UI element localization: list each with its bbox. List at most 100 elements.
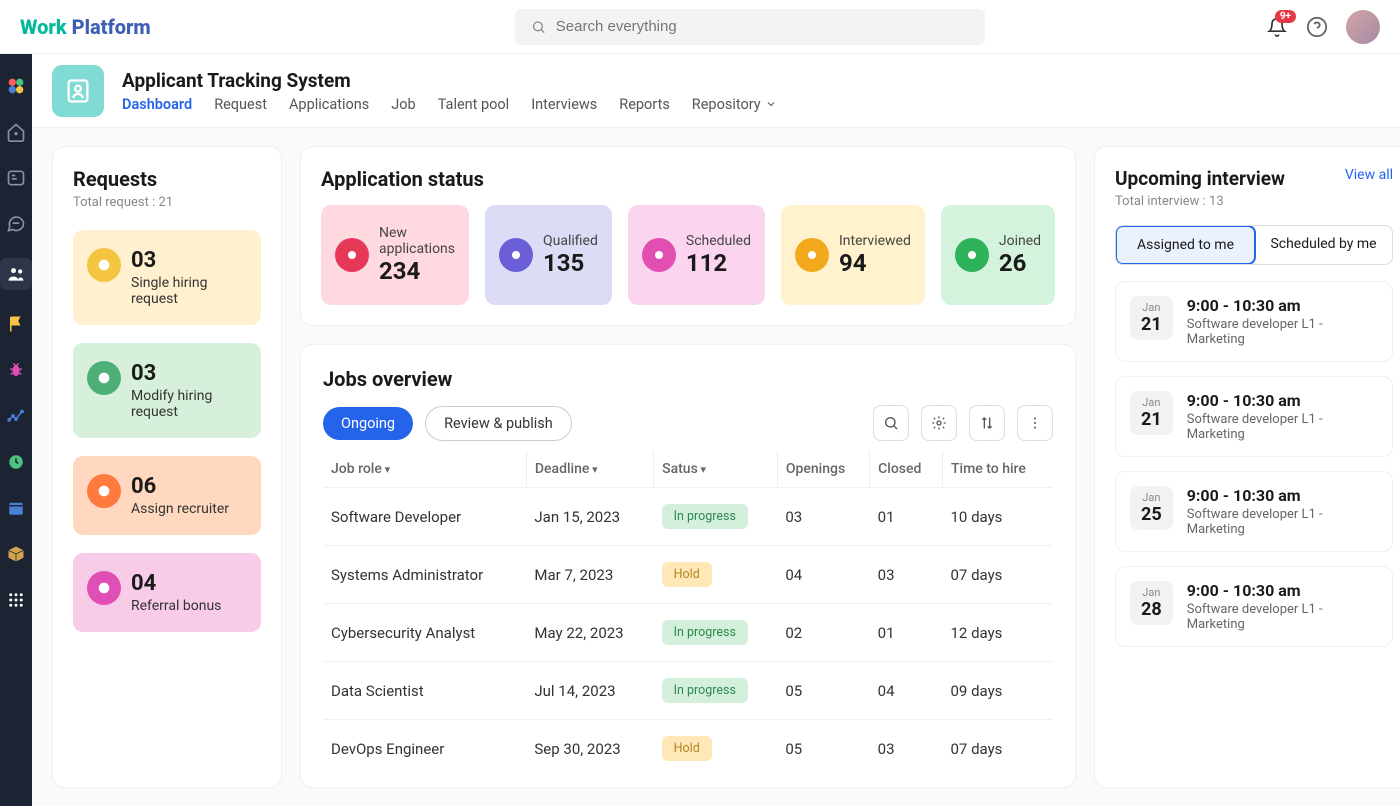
interview-item[interactable]: Jan219:00 - 10:30 amSoftware developer L… bbox=[1115, 376, 1393, 457]
jobs-search-button[interactable] bbox=[873, 405, 909, 441]
column-header[interactable]: Satus ▾ bbox=[654, 451, 778, 488]
request-card[interactable]: 03Single hiring request bbox=[73, 230, 261, 325]
table-row[interactable]: Systems AdministratorMar 7, 2023Hold0403… bbox=[323, 546, 1053, 604]
more-icon bbox=[1027, 415, 1043, 431]
table-row[interactable]: DevOps EngineerSep 30, 2023Hold050307 da… bbox=[323, 720, 1053, 778]
column-header[interactable]: Job role ▾ bbox=[323, 451, 526, 488]
date-month: Jan bbox=[1130, 396, 1173, 409]
cell-openings: 05 bbox=[777, 662, 869, 720]
interview-item[interactable]: Jan219:00 - 10:30 amSoftware developer L… bbox=[1115, 281, 1393, 362]
tab-review-publish[interactable]: Review & publish bbox=[425, 406, 572, 441]
nav-tab-talent-pool[interactable]: Talent pool bbox=[438, 96, 510, 113]
cell-openings: 03 bbox=[777, 488, 869, 546]
cell-time: 12 days bbox=[943, 604, 1054, 662]
nav-tab-reports[interactable]: Reports bbox=[619, 96, 670, 113]
status-label: Interviewed bbox=[839, 233, 911, 249]
table-row[interactable]: Cybersecurity AnalystMay 22, 2023In prog… bbox=[323, 604, 1053, 662]
request-card[interactable]: 06 Assign recruiter bbox=[73, 456, 261, 535]
nav-tabs: Dashboard Request Applications Job Talent po… bbox=[122, 96, 777, 113]
request-label: Modify hiring request bbox=[131, 388, 247, 420]
upcoming-subtitle: Total interview : 13 bbox=[1115, 194, 1285, 209]
nav-tab-request[interactable]: Request bbox=[214, 96, 267, 113]
status-icon bbox=[642, 238, 676, 272]
person-card-icon bbox=[64, 77, 92, 105]
sidebar-card-icon[interactable] bbox=[4, 166, 28, 190]
request-count: 04 bbox=[131, 571, 221, 596]
cell-status: In progress bbox=[654, 488, 778, 546]
sidebar-analytics-icon[interactable] bbox=[4, 404, 28, 428]
column-header[interactable]: Openings bbox=[777, 451, 869, 488]
help-button[interactable] bbox=[1306, 16, 1328, 38]
sort-arrow-icon: ▾ bbox=[589, 463, 597, 476]
jobs-sort-button[interactable] bbox=[969, 405, 1005, 441]
sort-arrow-icon: ▾ bbox=[698, 463, 706, 476]
sidebar-apps-icon[interactable] bbox=[4, 588, 28, 612]
cell-closed: 01 bbox=[870, 488, 943, 546]
tab-assigned-to-me[interactable]: Assigned to me bbox=[1115, 225, 1256, 265]
table-row[interactable]: Data ScientistJul 14, 2023In progress050… bbox=[323, 662, 1053, 720]
view-all-link[interactable]: View all bbox=[1345, 167, 1393, 183]
jobs-more-button[interactable] bbox=[1017, 405, 1053, 441]
column-header[interactable]: Time to hire bbox=[943, 451, 1054, 488]
cell-deadline: May 22, 2023 bbox=[526, 604, 653, 662]
column-header[interactable]: Closed bbox=[870, 451, 943, 488]
request-label: Assign recruiter bbox=[131, 501, 229, 517]
sidebar-logo-icon[interactable] bbox=[4, 74, 28, 98]
interview-item[interactable]: Jan259:00 - 10:30 amSoftware developer L… bbox=[1115, 471, 1393, 552]
sidebar-package-icon[interactable] bbox=[4, 542, 28, 566]
nav-tab-applications[interactable]: Applications bbox=[289, 96, 369, 113]
status-icon bbox=[499, 238, 533, 272]
nav-tab-job[interactable]: Job bbox=[391, 96, 415, 113]
interview-time: 9:00 - 10:30 am bbox=[1187, 296, 1378, 315]
column-header[interactable]: Deadline ▾ bbox=[526, 451, 653, 488]
sidebar-calendar-icon[interactable] bbox=[4, 496, 28, 520]
interview-desc: Software developer L1 - Marketing bbox=[1187, 602, 1378, 632]
avatar[interactable] bbox=[1346, 10, 1380, 44]
status-card[interactable]: New applications234 bbox=[321, 205, 469, 305]
nav-tab-dashboard[interactable]: Dashboard bbox=[122, 96, 192, 113]
request-icon bbox=[87, 361, 121, 395]
cell-time: 07 days bbox=[943, 546, 1054, 604]
status-icon bbox=[955, 238, 989, 272]
interview-desc: Software developer L1 - Marketing bbox=[1187, 507, 1378, 537]
cell-openings: 02 bbox=[777, 604, 869, 662]
table-row[interactable]: Software DeveloperJan 15, 2023In progres… bbox=[323, 488, 1053, 546]
sidebar-chat-icon[interactable] bbox=[4, 212, 28, 236]
nav-tab-interviews[interactable]: Interviews bbox=[531, 96, 597, 113]
status-value: 135 bbox=[543, 249, 598, 277]
date-month: Jan bbox=[1130, 491, 1173, 504]
sidebar-flag-icon[interactable] bbox=[4, 312, 28, 336]
search-icon bbox=[531, 19, 546, 35]
status-card[interactable]: Qualified135 bbox=[485, 205, 612, 305]
cell-deadline: Jul 14, 2023 bbox=[526, 662, 653, 720]
sidebar-bug-icon[interactable] bbox=[4, 358, 28, 382]
cell-role: Data Scientist bbox=[323, 662, 526, 720]
nav-tab-repository[interactable]: Repository bbox=[692, 96, 777, 113]
status-card[interactable]: Joined26 bbox=[941, 205, 1055, 305]
request-icon bbox=[87, 474, 121, 508]
search-input[interactable] bbox=[556, 18, 969, 35]
notification-button[interactable]: 9+ bbox=[1266, 16, 1288, 38]
sidebar-home-icon[interactable] bbox=[4, 120, 28, 144]
date-day: 21 bbox=[1130, 409, 1173, 430]
cell-status: In progress bbox=[654, 604, 778, 662]
request-card[interactable]: 03Modify hiring request bbox=[73, 343, 261, 438]
request-card[interactable]: 04Referral bonus bbox=[73, 553, 261, 632]
jobs-settings-button[interactable] bbox=[921, 405, 957, 441]
date-month: Jan bbox=[1130, 586, 1173, 599]
tab-scheduled-by-me[interactable]: Scheduled by me bbox=[1255, 226, 1392, 264]
cell-closed: 04 bbox=[870, 662, 943, 720]
tab-ongoing[interactable]: Ongoing bbox=[323, 407, 413, 440]
interview-item[interactable]: Jan289:00 - 10:30 amSoftware developer L… bbox=[1115, 566, 1393, 647]
cell-closed: 01 bbox=[870, 604, 943, 662]
cell-status: Hold bbox=[654, 546, 778, 604]
logo[interactable]: Work Platform bbox=[20, 15, 151, 39]
request-count: 06 bbox=[131, 474, 229, 499]
status-icon bbox=[335, 238, 369, 272]
search-box[interactable] bbox=[515, 9, 985, 45]
status-card[interactable]: Scheduled112 bbox=[628, 205, 765, 305]
sidebar-clock-icon[interactable] bbox=[4, 450, 28, 474]
sidebar-people-icon[interactable] bbox=[0, 258, 32, 290]
status-card[interactable]: Interviewed94 bbox=[781, 205, 925, 305]
cell-closed: 03 bbox=[870, 546, 943, 604]
